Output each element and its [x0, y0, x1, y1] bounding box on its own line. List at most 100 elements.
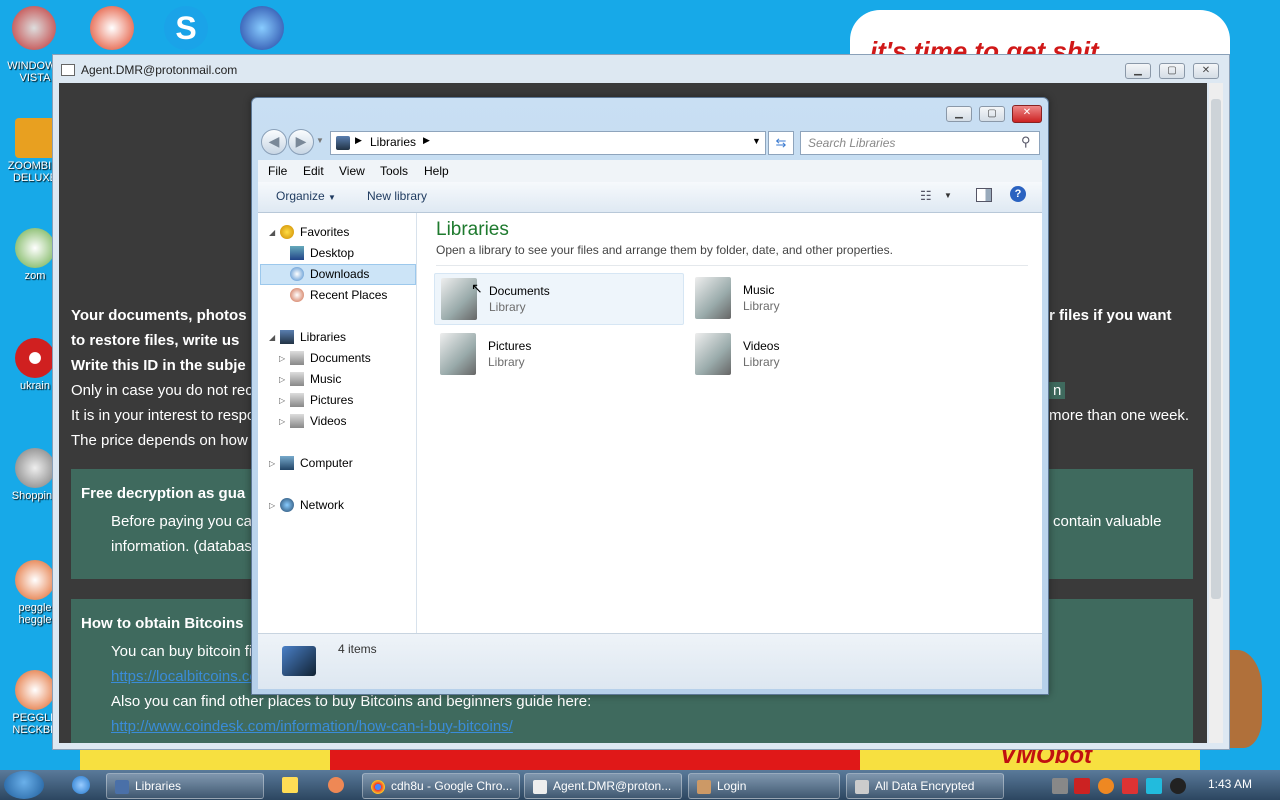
peggle-icon[interactable]	[90, 6, 134, 50]
tray-flag-icon[interactable]	[1122, 778, 1138, 794]
login-icon	[697, 779, 711, 794]
library-tile-pictures[interactable]: Pictures Library	[434, 329, 682, 379]
music-expand-icon[interactable]: ▷	[279, 375, 285, 384]
window-app-icon	[61, 64, 75, 76]
nav-network[interactable]: Network	[300, 498, 344, 512]
breadcrumb-libraries[interactable]: Libraries	[370, 135, 416, 149]
bitcoin-text-2: Also you can find other places to buy Bi…	[111, 693, 592, 710]
nav-libraries[interactable]: Libraries	[300, 330, 346, 344]
help-icon[interactable]: ?	[1010, 186, 1026, 202]
menu-file[interactable]: File	[268, 164, 287, 178]
tray-search-icon[interactable]	[1098, 778, 1114, 794]
tray-v-icon[interactable]	[1074, 778, 1090, 794]
menu-tools[interactable]: Tools	[380, 164, 408, 178]
nav-pictures[interactable]: Pictures	[310, 393, 353, 407]
tray-monitor-icon[interactable]	[1146, 778, 1162, 794]
tray-volume-icon[interactable]	[1170, 778, 1186, 794]
explorer-close-button[interactable]: ✕	[1012, 105, 1042, 123]
pictures-expand-icon[interactable]: ▷	[279, 396, 285, 405]
peggle-heggle-icon	[15, 560, 55, 600]
flash-icon	[15, 448, 55, 488]
library-tile-videos[interactable]: Videos Library	[689, 329, 937, 379]
ransom-line-3: Write this ID in the subje	[71, 357, 246, 374]
encrypted-window-icon	[855, 779, 869, 794]
nav-desktop[interactable]: Desktop	[310, 246, 354, 260]
explorer-minimize-button[interactable]: ▁	[946, 106, 972, 122]
coindesk-link[interactable]: http://www.coindesk.com/information/how-…	[111, 718, 513, 735]
nav-computer[interactable]: Computer	[300, 456, 353, 470]
organize-button[interactable]: Organize ▼	[276, 189, 336, 203]
menu-view[interactable]: View	[339, 164, 365, 178]
back-button[interactable]: ◀	[261, 129, 287, 155]
taskbar-login[interactable]: Login	[688, 773, 840, 799]
videos-expand-icon[interactable]: ▷	[279, 417, 285, 426]
explorer-maximize-button[interactable]: ▢	[979, 106, 1005, 122]
recent-pages-dropdown-icon[interactable]: ▼	[316, 136, 324, 145]
documents-expand-icon[interactable]: ▷	[279, 354, 285, 363]
taskbar-chrome-label: cdh8u - Google Chro...	[391, 779, 513, 793]
ransom-minimize-button[interactable]: ▁	[1125, 63, 1151, 79]
ransom-line-1-left: Your documents, photos	[71, 307, 247, 324]
videos-icon	[290, 414, 304, 428]
address-dropdown-icon[interactable]: ▼	[752, 136, 761, 146]
forward-button[interactable]: ▶	[288, 129, 314, 155]
menu-edit[interactable]: Edit	[303, 164, 324, 178]
free-decryption-heading: Free decryption as gua	[81, 485, 246, 502]
taskbar-libraries[interactable]: Libraries	[106, 773, 264, 799]
view-options-icon[interactable]: ☷	[920, 188, 932, 204]
search-box[interactable]: Search Libraries ⚲	[800, 131, 1040, 155]
taskbar-all-data-encrypted[interactable]: All Data Encrypted	[846, 773, 1004, 799]
taskbar-libraries-label: Libraries	[135, 779, 182, 793]
tray-gear-icon[interactable]	[1052, 778, 1068, 794]
network-icon	[280, 498, 294, 512]
zoombini-icon	[15, 118, 55, 158]
nav-favorites[interactable]: Favorites	[300, 225, 349, 239]
pictures-icon	[290, 393, 304, 407]
search-icon[interactable]: ⚲	[1021, 134, 1031, 150]
libraries-large-icon	[282, 646, 316, 676]
ransom-line-4-right: n	[1049, 382, 1066, 399]
nav-downloads[interactable]: Downloads	[310, 267, 369, 281]
skype-icon[interactable]: S	[164, 6, 208, 50]
ransom-scrollbar-thumb[interactable]	[1211, 99, 1221, 599]
nav-videos[interactable]: Videos	[310, 414, 346, 428]
libraries-icon	[280, 330, 294, 344]
media-player-icon[interactable]	[282, 777, 298, 793]
favorites-expand-icon[interactable]: ◢	[269, 228, 275, 237]
address-bar[interactable]: ▶ Libraries ▶ ▼	[330, 131, 766, 155]
network-expand-icon[interactable]: ▷	[269, 501, 275, 510]
library-name: Videos	[743, 339, 780, 353]
downloads-icon	[290, 267, 304, 281]
taskbar-clock[interactable]: 1:43 AM	[1208, 777, 1252, 791]
nav-recent-places[interactable]: Recent Places	[310, 288, 387, 302]
breadcrumb-chevron-icon[interactable]: ▶	[355, 135, 362, 146]
refresh-icon[interactable]: ⇆	[768, 131, 794, 155]
taskbar-chrome[interactable]: cdh8u - Google Chro...	[362, 773, 520, 799]
libraries-expand-icon[interactable]: ◢	[269, 333, 275, 342]
ransom-maximize-button[interactable]: ▢	[1159, 63, 1185, 79]
new-library-button[interactable]: New library	[367, 189, 427, 203]
view-dropdown-icon[interactable]: ▼	[944, 191, 952, 200]
library-tile-music[interactable]: Music Library	[689, 273, 937, 323]
windows-vista-icon[interactable]	[12, 6, 56, 50]
library-type: Library	[743, 299, 780, 313]
taskbar-agent[interactable]: Agent.DMR@proton...	[524, 773, 682, 799]
menu-help[interactable]: Help	[424, 164, 449, 178]
internet-explorer-icon[interactable]	[72, 776, 90, 794]
computer-expand-icon[interactable]: ▷	[269, 459, 275, 468]
search-placeholder: Search Libraries	[808, 136, 896, 150]
organize-dropdown-icon: ▼	[328, 193, 336, 202]
start-button[interactable]	[4, 771, 44, 799]
paint-icon[interactable]	[328, 777, 344, 793]
globe-icon[interactable]	[240, 6, 284, 50]
library-tile-documents[interactable]: Documents Library ↖	[434, 273, 684, 325]
free-decryption-text-1-left: Before paying you ca	[111, 513, 252, 530]
preview-pane-icon[interactable]	[976, 188, 992, 202]
localbitcoins-link[interactable]: https://localbitcoins.con	[111, 668, 266, 685]
ransom-close-button[interactable]: ✕	[1193, 63, 1219, 79]
nav-music[interactable]: Music	[310, 372, 341, 386]
nav-documents[interactable]: Documents	[310, 351, 371, 365]
music-icon	[290, 372, 304, 386]
breadcrumb-chevron-icon[interactable]: ▶	[423, 135, 430, 146]
ransom-line-4-left: Only in case you do not rec	[71, 382, 253, 399]
